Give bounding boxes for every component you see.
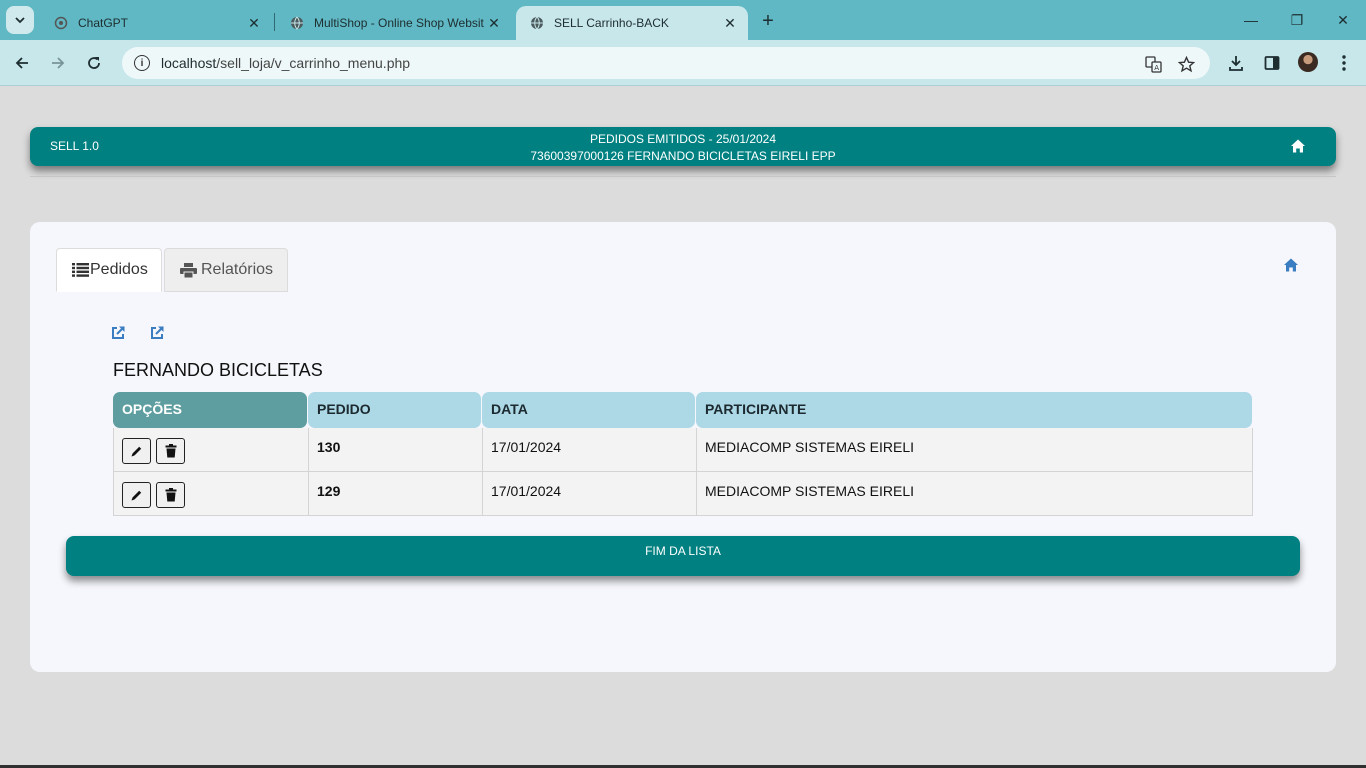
trash-icon (165, 444, 176, 458)
download-icon[interactable] (1226, 53, 1246, 73)
browser-tab-sell-carrinho[interactable]: SELL Carrinho-BACK ✕ (516, 6, 748, 40)
browser-tab-title: ChatGPT (78, 16, 129, 30)
table-header-row: OPÇÕES PEDIDO DATA PARTICIPANTE (113, 392, 1253, 428)
close-tab-icon[interactable]: ✕ (484, 13, 504, 33)
pedido-number: 130 (317, 439, 341, 455)
menu-dots-icon[interactable] (1334, 53, 1354, 73)
delete-button[interactable] (156, 482, 185, 508)
external-link-icon[interactable] (110, 325, 126, 341)
browser-tab-chatgpt[interactable]: ChatGPT ✕ (40, 6, 272, 40)
options-cell (114, 472, 309, 515)
close-tab-icon[interactable]: ✕ (244, 13, 264, 33)
pencil-icon (131, 490, 142, 500)
reload-icon (88, 57, 100, 69)
delete-button[interactable] (156, 438, 185, 464)
close-window-button[interactable]: ✕ (1328, 8, 1358, 32)
pedido-cell: 130 (309, 428, 483, 471)
header-company: 73600397000126 FERNANDO BICICLETAS EIREL… (530, 149, 836, 163)
minimize-button[interactable]: — (1236, 8, 1266, 32)
external-link-icon[interactable] (149, 325, 165, 341)
pedido-number: 129 (317, 483, 341, 499)
pedido-cell: 129 (309, 472, 483, 515)
data-cell: 17/01/2024 (483, 428, 697, 471)
header-divider (30, 176, 1336, 177)
browser-tab-title: MultiShop - Online Shop Website (314, 16, 484, 30)
bookmark-star-icon[interactable] (1177, 55, 1195, 73)
url-host: localhost (161, 55, 217, 71)
printer-icon (180, 262, 197, 278)
svg-text:A: A (1154, 64, 1159, 72)
tab-pedidos[interactable]: Pedidos (56, 248, 162, 292)
translate-icon[interactable]: A (1144, 55, 1162, 73)
restore-button[interactable]: ❐ (1282, 8, 1312, 32)
column-header-participante[interactable]: PARTICIPANTE (696, 392, 1252, 428)
section-title: FERNANDO BICICLETAS (113, 360, 323, 380)
edit-button[interactable] (122, 482, 151, 508)
trash-icon (165, 488, 176, 502)
table-row: 130 17/01/2024 MEDIACOMP SISTEMAS EIRELI (113, 428, 1253, 472)
list-icon (72, 263, 89, 277)
home-icon[interactable] (1283, 257, 1299, 273)
app-header: SELL 1.0 PEDIDOS EMITIDOS - 25/01/2024 7… (30, 127, 1336, 166)
chevron-down-icon (15, 17, 25, 24)
participante-cell: MEDIACOMP SISTEMAS EIRELI (705, 483, 915, 499)
site-info-icon[interactable]: i (134, 55, 150, 71)
openai-icon (54, 16, 68, 30)
options-cell (114, 428, 309, 471)
url-path: /sell_loja/v_carrinho_menu.php (216, 55, 411, 71)
column-header-pedido[interactable]: PEDIDO (308, 392, 481, 428)
address-bar[interactable]: i localhost/sell_loja/v_carrinho_menu.ph… (122, 47, 1210, 79)
participante-cell: MEDIACOMP SISTEMAS EIRELI (705, 439, 915, 455)
tab-relatorios-label: Relatórios (201, 261, 274, 278)
forward-button[interactable] (45, 50, 71, 76)
globe-icon (531, 16, 543, 30)
data-cell: 17/01/2024 (483, 472, 697, 515)
arrow-left-icon (15, 57, 28, 69)
column-header-opcoes: OPÇÕES (113, 392, 307, 428)
tab-separator (274, 13, 275, 31)
new-tab-button[interactable]: + (756, 9, 780, 33)
edit-button[interactable] (122, 438, 151, 464)
browser-toolbar: i localhost/sell_loja/v_carrinho_menu.ph… (0, 40, 1366, 86)
orders-table: OPÇÕES PEDIDO DATA PARTICIPANTE 130 17/0… (113, 392, 1253, 516)
back-button[interactable] (9, 50, 35, 76)
home-icon[interactable] (1290, 138, 1306, 154)
url-text: localhost/sell_loja/v_carrinho_menu.php (161, 55, 410, 71)
side-panel-icon[interactable] (1262, 53, 1282, 73)
browser-tab-multishop[interactable]: MultiShop - Online Shop Website ✕ (276, 6, 512, 40)
header-title: PEDIDOS EMITIDOS - 25/01/2024 (589, 132, 777, 146)
table-row: 129 17/01/2024 MEDIACOMP SISTEMAS EIRELI (113, 472, 1253, 516)
header-info: PEDIDOS EMITIDOS - 25/01/2024 7360039700… (30, 131, 1336, 165)
pencil-icon (131, 446, 142, 456)
reload-button[interactable] (81, 50, 107, 76)
end-of-list-bar: FIM DA LISTA (66, 536, 1300, 576)
browser-tab-title: SELL Carrinho-BACK (554, 16, 669, 30)
profile-avatar[interactable] (1298, 52, 1318, 72)
tab-pedidos-label: Pedidos (90, 261, 148, 278)
arrow-right-icon (52, 57, 65, 69)
browser-tab-strip: ChatGPT ✕ MultiShop - Online Shop Websit… (0, 0, 1366, 40)
tab-relatorios[interactable]: Relatórios (164, 248, 288, 292)
column-header-data[interactable]: DATA (482, 392, 695, 428)
main-card: Pedidos Relatórios FERNANDO BICICLETAS O… (30, 222, 1336, 672)
globe-icon (291, 16, 303, 30)
close-tab-icon[interactable]: ✕ (720, 13, 740, 33)
tab-search-button[interactable] (6, 6, 34, 34)
